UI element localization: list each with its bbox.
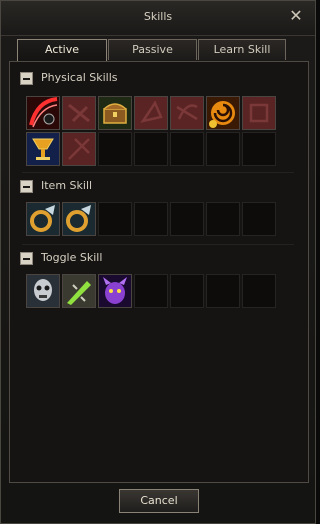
fire-swirl-skill-icon[interactable]: [206, 96, 240, 130]
section-label-toggle-skill: Toggle Skill: [41, 251, 103, 264]
empty-skill-slot: [242, 132, 276, 166]
section-label-physical-skills: Physical Skills: [41, 71, 118, 84]
tab-learn-skill[interactable]: Learn Skill: [198, 39, 286, 60]
goblet-skill-icon[interactable]: [26, 132, 60, 166]
locked-skill-icon[interactable]: [242, 96, 276, 130]
ring-item-icon[interactable]: [62, 202, 96, 236]
locked-skill-icon[interactable]: [170, 96, 204, 130]
empty-skill-slot: [242, 202, 276, 236]
treasure-chest-skill-icon[interactable]: [98, 96, 132, 130]
tab-passive[interactable]: Passive: [108, 39, 197, 60]
purple-demon-toggle-icon[interactable]: [98, 274, 132, 308]
section-label-item-skill: Item Skill: [41, 179, 93, 192]
close-icon[interactable]: ✕: [287, 7, 305, 25]
empty-skill-slot: [242, 274, 276, 308]
minus-icon[interactable]: [20, 252, 33, 265]
empty-skill-slot: [170, 202, 204, 236]
slash-skill-icon[interactable]: [26, 96, 60, 130]
empty-skill-slot: [134, 132, 168, 166]
skills-window: Skills ✕ Active Passive Learn Skill Phys…: [0, 0, 316, 524]
locked-skill-icon[interactable]: [134, 96, 168, 130]
green-blade-toggle-icon[interactable]: [62, 274, 96, 308]
skull-mask-toggle-icon[interactable]: [26, 274, 60, 308]
empty-skill-slot: [206, 202, 240, 236]
minus-icon[interactable]: [20, 180, 33, 193]
tab-active[interactable]: Active: [17, 39, 107, 62]
section-divider: [22, 244, 294, 245]
window-title: Skills: [143, 10, 173, 23]
empty-skill-slot: [170, 274, 204, 308]
empty-skill-slot: [134, 274, 168, 308]
locked-skill-icon[interactable]: [62, 132, 96, 166]
locked-skill-icon[interactable]: [62, 96, 96, 130]
minus-icon[interactable]: [20, 72, 33, 85]
ring-item-icon[interactable]: [26, 202, 60, 236]
empty-skill-slot: [134, 202, 168, 236]
empty-skill-slot: [206, 274, 240, 308]
title-bar[interactable]: Skills ✕: [1, 1, 315, 36]
skills-panel: Physical Skills Item Skill Toggle Skill: [9, 61, 309, 483]
cancel-button[interactable]: Cancel: [119, 489, 199, 513]
empty-skill-slot: [170, 132, 204, 166]
empty-skill-slot: [98, 132, 132, 166]
empty-skill-slot: [98, 202, 132, 236]
section-divider: [22, 172, 294, 173]
empty-skill-slot: [206, 132, 240, 166]
